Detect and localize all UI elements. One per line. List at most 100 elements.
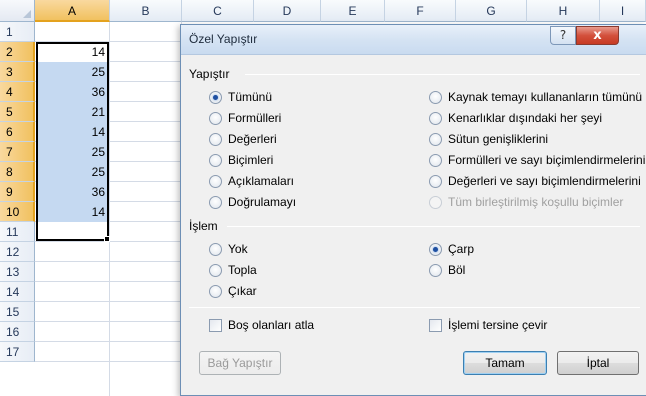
- option-label: Tümünü: [228, 90, 273, 104]
- paste-option-formats[interactable]: Biçimleri: [209, 152, 273, 168]
- checkbox-icon[interactable]: [209, 318, 222, 332]
- skip-blanks-checkbox[interactable]: Boş olanları atla: [209, 317, 314, 333]
- select-all-corner[interactable]: [0, 0, 35, 22]
- operation-option-divide[interactable]: Böl: [429, 262, 465, 278]
- dialog-titlebar[interactable]: Özel Yapıştır ? x: [181, 25, 646, 55]
- paste-option-comments[interactable]: Açıklamaları: [209, 173, 294, 189]
- checkbox-icon[interactable]: [429, 318, 442, 332]
- paste-option-values-number-formats[interactable]: Değerleri ve sayı biçimlendirmelerini: [429, 173, 641, 189]
- paste-option-all[interactable]: Tümünü: [209, 89, 272, 105]
- paste-special-dialog: Özel Yapıştır ? x Yapıştır Tümünü Formül…: [180, 24, 646, 396]
- radio-icon[interactable]: [429, 263, 442, 277]
- operation-option-multiply[interactable]: Çarp: [429, 241, 474, 257]
- paste-option-formulas-number-formats[interactable]: Formülleri ve sayı biçimlendirmelerini: [429, 152, 645, 168]
- column-header-a[interactable]: A: [35, 0, 110, 22]
- column-header-e[interactable]: E: [321, 0, 385, 22]
- operation-option-subtract[interactable]: Çıkar: [209, 283, 257, 299]
- cell-a10[interactable]: 14: [36, 202, 109, 222]
- radio-icon[interactable]: [209, 284, 222, 298]
- help-icon: ?: [559, 28, 567, 42]
- column-header-d[interactable]: D: [254, 0, 321, 22]
- radio-icon[interactable]: [209, 242, 222, 256]
- column-header-h[interactable]: H: [527, 0, 600, 22]
- option-label: Topla: [228, 263, 257, 277]
- ok-button[interactable]: Tamam: [463, 351, 547, 375]
- cell-a6[interactable]: 14: [36, 122, 109, 142]
- row-header-1[interactable]: 1: [0, 22, 35, 42]
- section-divider: [245, 74, 640, 75]
- paste-option-formulas[interactable]: Formülleri: [209, 110, 281, 126]
- row-header-7[interactable]: 7: [0, 142, 35, 162]
- row-header-17[interactable]: 17: [0, 342, 35, 362]
- option-label: Formülleri: [228, 111, 282, 125]
- cell-a9[interactable]: 36: [36, 182, 109, 202]
- radio-icon[interactable]: [209, 153, 222, 167]
- radio-icon[interactable]: [209, 132, 222, 146]
- option-label: Yok: [228, 242, 248, 256]
- row-header-3[interactable]: 3: [0, 62, 35, 82]
- paste-option-source-theme[interactable]: Kaynak temayı kullananların tümünü: [429, 89, 642, 105]
- cell-a8[interactable]: 25: [36, 162, 109, 182]
- paste-option-except-borders[interactable]: Kenarlıklar dışındaki her şeyi: [429, 110, 602, 126]
- operation-section-label: İşlem: [189, 219, 218, 233]
- cell-a4[interactable]: 36: [36, 82, 109, 102]
- paste-option-validation[interactable]: Doğrulamayı: [209, 194, 296, 210]
- row-header-14[interactable]: 14: [0, 282, 35, 302]
- row-header-10[interactable]: 10: [0, 202, 35, 222]
- radio-icon[interactable]: [209, 111, 222, 125]
- cell-a3[interactable]: 25: [36, 62, 109, 82]
- row-header-11[interactable]: 11: [0, 222, 35, 242]
- cell-a5[interactable]: 21: [36, 102, 109, 122]
- column-header-g[interactable]: G: [456, 0, 527, 22]
- option-label: Kenarlıklar dışındaki her şeyi: [448, 111, 603, 125]
- row-header-16[interactable]: 16: [0, 322, 35, 342]
- option-label: Biçimleri: [228, 153, 274, 167]
- row-header-2[interactable]: 2: [0, 42, 35, 62]
- paste-option-column-widths[interactable]: Sütun genişliklerini: [429, 131, 548, 147]
- radio-icon[interactable]: [429, 132, 442, 146]
- option-label: Böl: [448, 263, 466, 277]
- operation-option-none[interactable]: Yok: [209, 241, 248, 257]
- radio-icon[interactable]: [429, 90, 442, 104]
- paste-link-button: Bağ Yapıştır: [199, 351, 281, 375]
- radio-icon[interactable]: [209, 90, 222, 104]
- radio-icon[interactable]: [429, 174, 442, 188]
- row-header-9[interactable]: 9: [0, 182, 35, 202]
- radio-icon[interactable]: [209, 263, 222, 277]
- row-header-8[interactable]: 8: [0, 162, 35, 182]
- column-header-bar: A B C D E F G H I: [0, 0, 646, 22]
- operation-option-add[interactable]: Topla: [209, 262, 257, 278]
- radio-icon[interactable]: [429, 111, 442, 125]
- fill-handle[interactable]: [104, 236, 110, 242]
- paste-section-label: Yapıştır: [189, 67, 230, 81]
- transpose-checkbox[interactable]: İşlemi tersine çevir: [429, 317, 547, 333]
- option-label: Doğrulamayı: [228, 195, 297, 209]
- option-label: Açıklamaları: [228, 174, 295, 188]
- option-label: Kaynak temayı kullananların tümünü: [448, 90, 643, 104]
- radio-icon[interactable]: [429, 153, 442, 167]
- option-label: Formülleri ve sayı biçimlendirmelerini: [448, 153, 646, 167]
- column-header-c[interactable]: C: [182, 0, 254, 22]
- paste-option-merged-conditional-formats: Tüm birleştirilmiş koşullu biçimler: [429, 194, 623, 210]
- column-header-i[interactable]: I: [600, 0, 646, 22]
- row-header-4[interactable]: 4: [0, 82, 35, 102]
- radio-icon[interactable]: [209, 195, 222, 209]
- row-header-13[interactable]: 13: [0, 262, 35, 282]
- checkbox-label: Boş olanları atla: [228, 318, 315, 332]
- row-header-6[interactable]: 6: [0, 122, 35, 142]
- radio-icon[interactable]: [209, 174, 222, 188]
- column-header-f[interactable]: F: [385, 0, 456, 22]
- cell-a2[interactable]: 14: [36, 42, 109, 62]
- column-header-b[interactable]: B: [110, 0, 182, 22]
- cell-a7[interactable]: 25: [36, 142, 109, 162]
- option-label: Tüm birleştirilmiş koşullu biçimler: [448, 195, 624, 209]
- cancel-button[interactable]: İptal: [557, 351, 639, 375]
- paste-option-values[interactable]: Değerleri: [209, 131, 277, 147]
- section-divider: [227, 226, 640, 227]
- row-header-5[interactable]: 5: [0, 102, 35, 122]
- help-button[interactable]: ?: [550, 26, 576, 45]
- row-header-12[interactable]: 12: [0, 242, 35, 262]
- row-header-15[interactable]: 15: [0, 302, 35, 322]
- radio-icon[interactable]: [429, 242, 442, 256]
- close-button[interactable]: x: [576, 26, 619, 45]
